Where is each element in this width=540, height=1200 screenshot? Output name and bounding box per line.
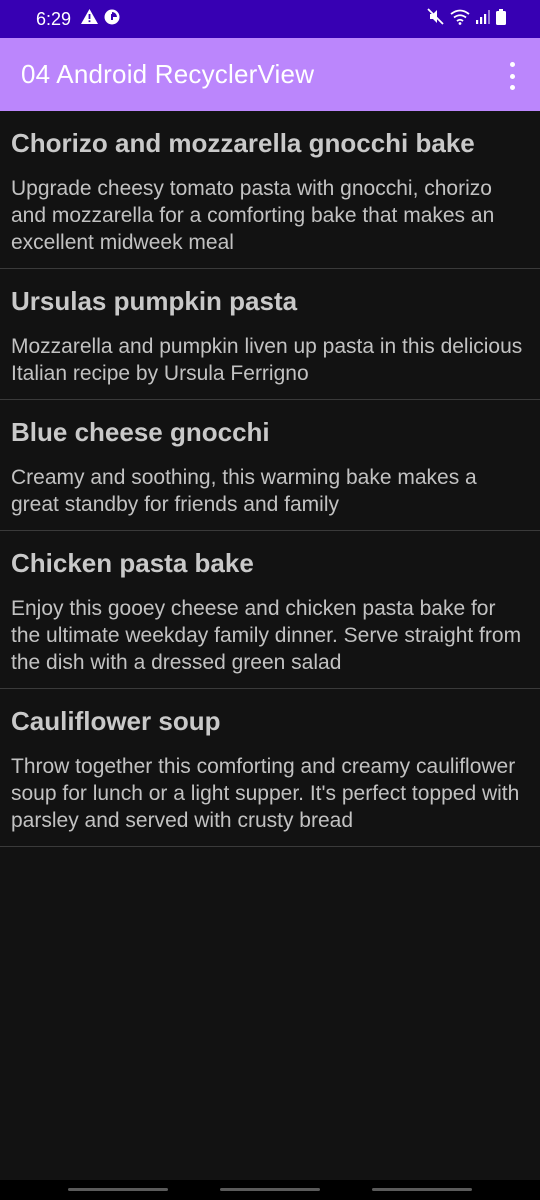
recipe-title: Chicken pasta bake (11, 548, 254, 578)
navigation-bar (0, 1180, 540, 1200)
menu-dot (509, 85, 515, 90)
list-item[interactable]: Blue cheese gnocchi Creamy and soothing,… (0, 400, 540, 531)
status-time: 6:29 (36, 8, 72, 29)
recents-nav-handle[interactable] (68, 1188, 168, 1191)
status-bar: 6:29 (0, 0, 540, 38)
list-item[interactable]: Ursulas pumpkin pasta Mozzarella and pum… (0, 269, 540, 400)
recipe-title: Chorizo and mozzarella gnocchi bake (11, 128, 475, 158)
battery-icon (496, 8, 506, 30)
list-item[interactable]: Chicken pasta bake Enjoy this gooey chee… (0, 531, 540, 689)
recipe-description: Mozzarella and pumpkin liven up pasta in… (11, 335, 523, 385)
status-left-icons (81, 9, 120, 30)
recipe-description: Creamy and soothing, this warming bake m… (11, 466, 477, 516)
mute-icon (427, 8, 444, 30)
alert-triangle-icon (81, 9, 99, 29)
wifi-icon (450, 9, 470, 30)
home-nav-handle[interactable] (220, 1188, 320, 1191)
menu-dot (509, 62, 515, 67)
list-item[interactable]: Chorizo and mozzarella gnocchi bake Upgr… (0, 111, 540, 269)
recipe-title: Ursulas pumpkin pasta (11, 286, 298, 316)
more-vert-icon[interactable] (504, 62, 520, 90)
data-saver-icon (104, 9, 120, 30)
app-bar: 04 Android RecyclerView (0, 38, 540, 111)
recipe-list[interactable]: Chorizo and mozzarella gnocchi bake Upgr… (0, 111, 540, 847)
recipe-title: Cauliflower soup (11, 706, 221, 736)
menu-dot (509, 73, 515, 79)
back-nav-handle[interactable] (372, 1188, 472, 1191)
status-right-icons (427, 8, 506, 30)
signal-icon (476, 9, 490, 29)
recipe-description: Throw together this comforting and cream… (11, 755, 520, 832)
list-item[interactable]: Cauliflower soup Throw together this com… (0, 689, 540, 847)
recipe-description: Upgrade cheesy tomato pasta with gnocchi… (11, 177, 495, 254)
recipe-title: Blue cheese gnocchi (11, 417, 270, 447)
recipe-description: Enjoy this gooey cheese and chicken past… (11, 597, 522, 674)
app-title: 04 Android RecyclerView (21, 59, 315, 89)
